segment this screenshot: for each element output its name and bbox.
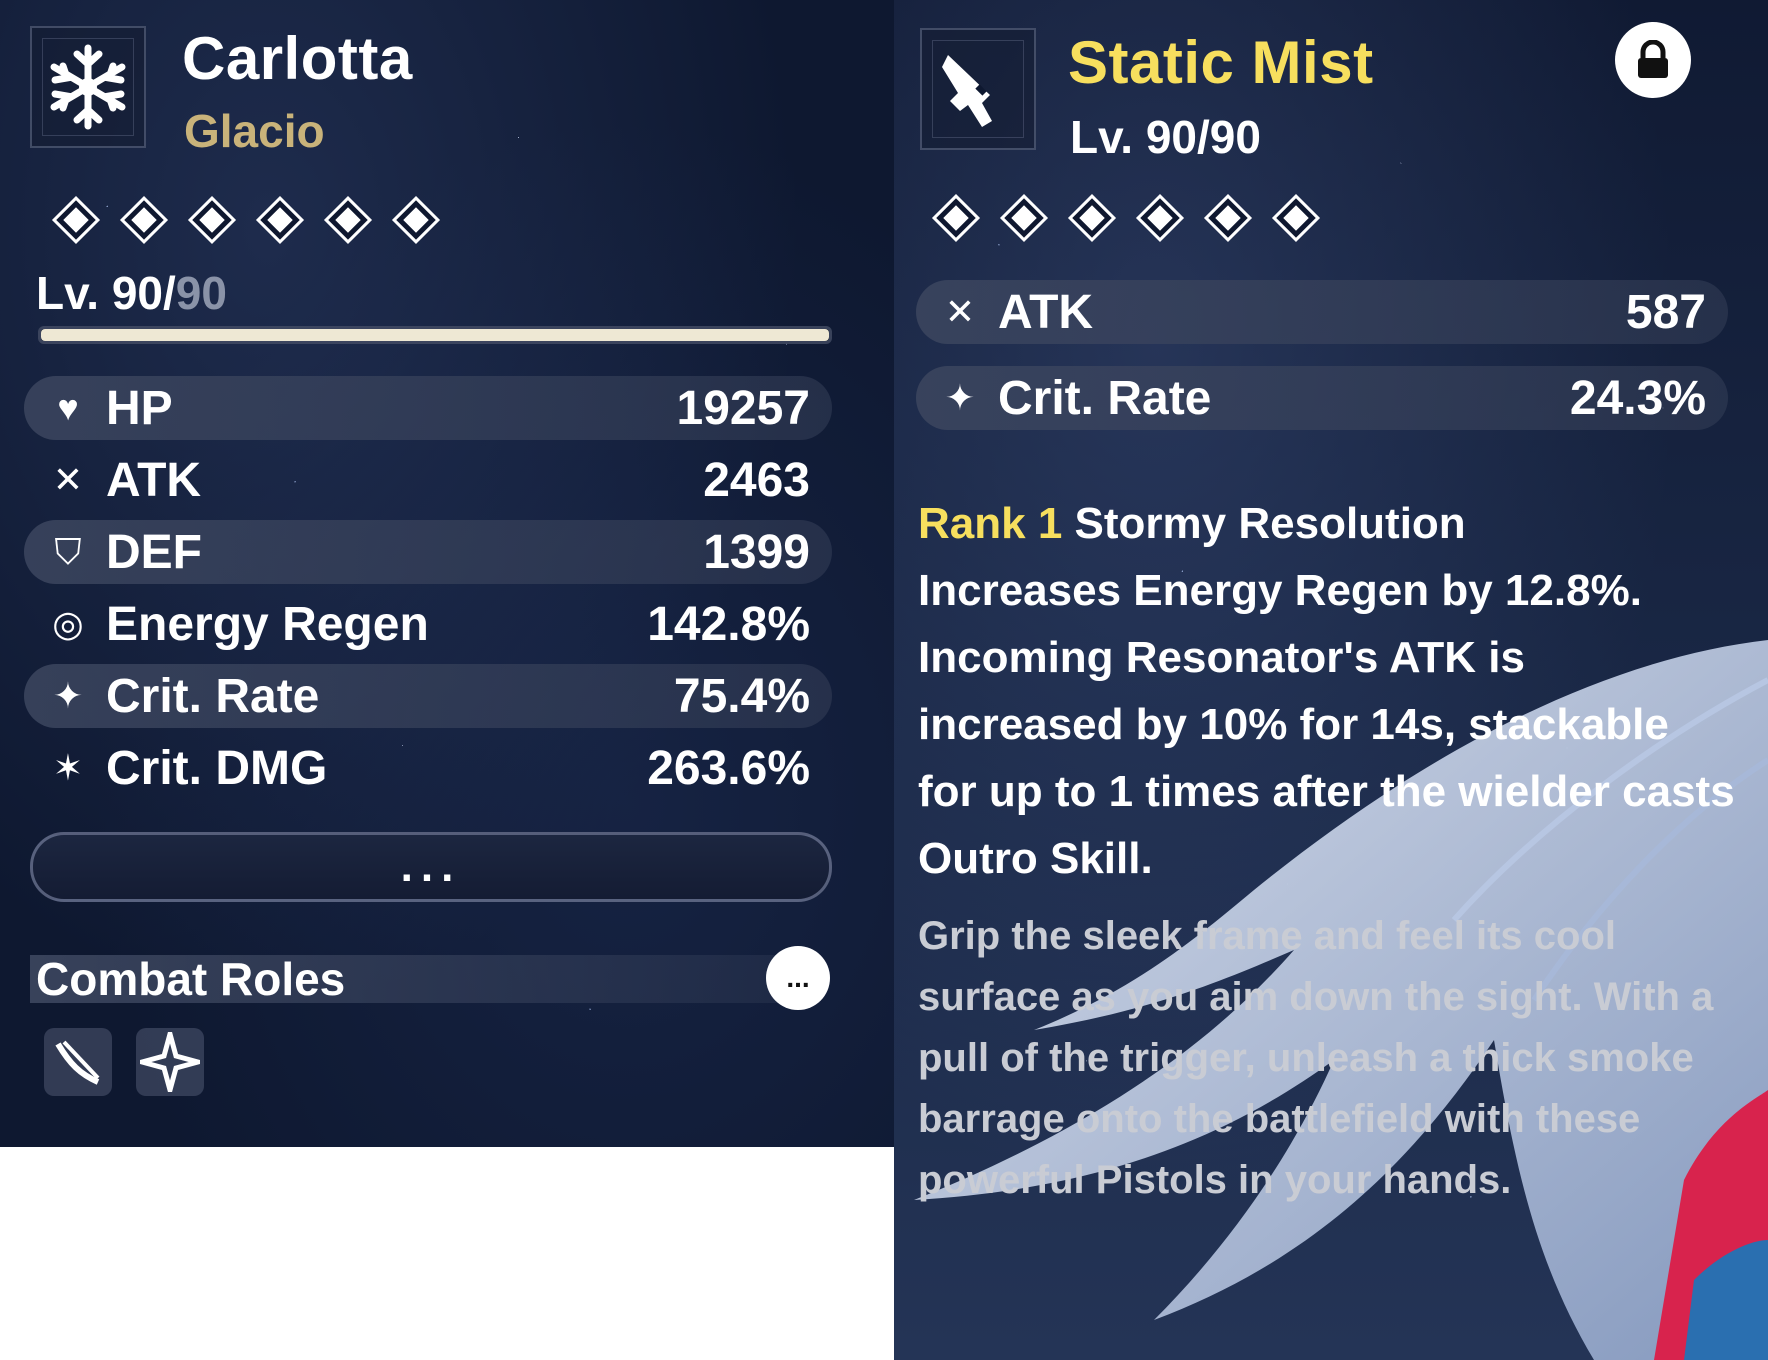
atk-swords-icon: ✕ — [52, 459, 84, 500]
weapon-name: Static Mist — [1068, 29, 1374, 96]
stat-value: 1399 — [703, 525, 810, 579]
rank-diamond — [187, 195, 237, 245]
ellipsis-icon: ... — [786, 962, 810, 993]
crit-rate-icon: ✦ — [52, 675, 84, 716]
stat-label: Crit. Rate — [998, 371, 1212, 425]
crit-rate-icon: ✦ — [944, 377, 976, 418]
passive-description: Increases Energy Regen by 12.8%. Incomin… — [918, 566, 1735, 883]
stat-label: ATK — [998, 285, 1094, 339]
level-max: 90 — [175, 267, 227, 319]
stat-value: 19257 — [676, 381, 810, 435]
rank-diamond — [1067, 193, 1117, 243]
rank-diamond — [255, 195, 305, 245]
stat-row: ⛉ DEF 1399 — [24, 520, 832, 584]
stat-row: ✕ ATK 587 — [916, 280, 1728, 344]
stat-row: ✶ Crit. DMG 263.6% — [24, 736, 832, 800]
hp-heart-icon: ♥ — [57, 387, 79, 428]
combat-roles-title: Combat Roles — [36, 953, 346, 1005]
weapon-lore: Grip the sleek frame and feel its cool s… — [918, 914, 1714, 1202]
combat-roles-more-button[interactable]: ... — [766, 946, 830, 1010]
lock-icon — [1638, 40, 1668, 78]
level-current: Lv. 90/ — [36, 267, 176, 319]
more-stats-label: ... — [400, 842, 462, 891]
element-emblem — [30, 26, 146, 148]
stat-label: HP — [106, 381, 173, 435]
weapon-emblem — [920, 28, 1036, 150]
def-shield-icon: ⛉ — [54, 530, 82, 572]
stat-value: 24.3% — [1569, 371, 1706, 425]
stat-value: 587 — [1625, 285, 1706, 339]
rank-diamonds — [51, 195, 441, 245]
rank-diamond — [1271, 193, 1321, 243]
stat-label: Crit. Rate — [106, 669, 320, 723]
stat-label: Crit. DMG — [106, 741, 328, 795]
rank-diamond — [51, 195, 101, 245]
stat-row: ◎ Energy Regen 142.8% — [24, 592, 832, 656]
energy-regen-icon: ◎ — [52, 603, 84, 644]
rank-diamond — [119, 195, 169, 245]
star-role-icon[interactable] — [136, 1028, 204, 1096]
stat-label: Energy Regen — [106, 597, 429, 651]
pistol-icon — [942, 55, 992, 127]
stat-row: ♥ HP 19257 — [24, 376, 832, 440]
stat-value: 2463 — [703, 453, 810, 507]
snowflake-icon — [50, 44, 126, 130]
stat-row: ✦ Crit. Rate 24.3% — [916, 366, 1728, 430]
weapon-level: Lv. 90/90 — [1070, 111, 1261, 163]
character-panel: Carlotta Glacio Lv. 90/90 ♥ HP 19257 ✕ ATK 24… — [0, 0, 894, 1147]
crit-dmg-icon: ✶ — [52, 747, 84, 788]
level-progress-bar — [38, 326, 832, 344]
rank-diamond — [999, 193, 1049, 243]
rank-diamond — [391, 195, 441, 245]
level-progress-fill — [41, 329, 829, 341]
rank-diamond — [931, 193, 981, 243]
stat-value: 142.8% — [647, 597, 810, 651]
stat-label: DEF — [106, 525, 202, 579]
lock-button[interactable] — [1615, 22, 1691, 98]
stat-row: ✦ Crit. Rate 75.4% — [24, 664, 832, 728]
stat-value: 75.4% — [673, 669, 810, 723]
weapon-rank-diamonds — [931, 193, 1321, 243]
stat-label: ATK — [106, 453, 202, 507]
passive-title: Stormy Resolution — [1074, 499, 1466, 548]
character-name: Carlotta — [182, 25, 413, 92]
rank-diamond — [323, 195, 373, 245]
weapon-panel: Static Mist Lv. 90/90 ✕ ATK 587 ✦ Crit. Rate… — [894, 0, 1768, 1360]
atk-swords-icon: ✕ — [944, 291, 976, 332]
more-stats-button[interactable]: ... — [30, 832, 832, 902]
stat-value: 263.6% — [647, 741, 810, 795]
stat-row: ✕ ATK 2463 — [24, 448, 832, 512]
character-level: Lv. 90/90 — [36, 266, 227, 320]
weapon-rank-label: Rank 1 — [918, 499, 1063, 548]
character-element: Glacio — [184, 105, 325, 157]
rank-diamond — [1203, 193, 1253, 243]
weapon-passive: Rank 1 Stormy Resolution Increases Energ… — [918, 490, 1738, 892]
rank-diamond — [1135, 193, 1185, 243]
slash-role-icon[interactable] — [44, 1028, 112, 1096]
